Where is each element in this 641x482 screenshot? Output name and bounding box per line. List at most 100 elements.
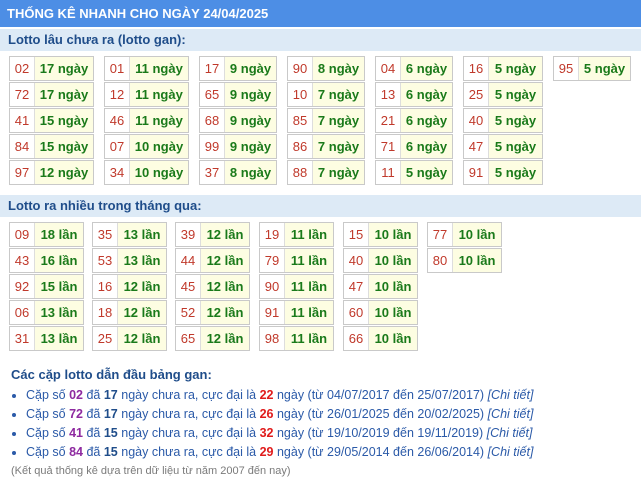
gan-item: 90 8 ngày: [287, 56, 365, 81]
gan-count: 10 ngày: [129, 161, 188, 184]
summary-maxd: 32: [259, 426, 274, 440]
gan-item: 84 15 ngày: [9, 134, 94, 159]
summary-list: Cặp số 02 đã 17 ngày chưa ra, cực đại là…: [12, 386, 533, 462]
gan-number: 91: [468, 165, 484, 180]
gan-item: 72 17 ngày: [9, 82, 94, 107]
frequent-count: 10 lần: [452, 249, 501, 272]
frequent-item: 77 10 lần: [427, 222, 502, 247]
frequent-count: 11 lần: [284, 249, 333, 272]
frequent-count: 10 lần: [368, 327, 417, 350]
frequent-number: 53: [97, 253, 113, 268]
frequent-number: 16: [97, 279, 113, 294]
frequent-count: 12 lần: [117, 327, 166, 350]
gan-item: 97 12 ngày: [9, 160, 94, 185]
gan-section-heading: Lotto lâu chưa ra (lotto gan):: [0, 29, 641, 51]
gan-item: 10 7 ngày: [287, 82, 365, 107]
summary-item: Cặp số 41 đã 15 ngày chưa ra, cực đại là…: [26, 424, 533, 443]
summary-maxd: 22: [259, 388, 274, 402]
gan-number: 16: [468, 61, 484, 76]
frequent-number: 45: [180, 279, 196, 294]
frequent-count: 11 lần: [284, 275, 333, 298]
frequent-number: 65: [180, 331, 196, 346]
frequent-number: 43: [14, 253, 30, 268]
frequent-item: 66 10 lần: [343, 326, 418, 351]
frequent-number: 15: [348, 227, 364, 242]
frequent-item: 60 10 lần: [343, 300, 418, 325]
frequent-count: 12 lần: [200, 275, 249, 298]
frequent-item: 43 16 lần: [9, 248, 84, 273]
frequent-item: 92 15 lần: [9, 274, 84, 299]
detail-link[interactable]: [Chi tiết]: [488, 388, 534, 402]
gan-item: 91 5 ngày: [463, 160, 543, 185]
frequent-count: 10 lần: [368, 223, 417, 246]
gan-count: 11 ngày: [129, 57, 188, 80]
gan-count: 8 ngày: [312, 57, 364, 80]
frequent-item: 80 10 lần: [427, 248, 502, 273]
gan-item: 68 9 ngày: [199, 108, 277, 133]
stats-page: THỐNG KÊ NHANH CHO NGÀY 24/04/2025 Lotto…: [0, 0, 641, 482]
gan-count: 5 ngày: [488, 135, 542, 158]
frequent-number: 44: [180, 253, 196, 268]
summary-text: ngày chưa ra, cực đại là: [117, 388, 260, 402]
summary-text: đã: [83, 426, 104, 440]
gan-number: 41: [14, 113, 30, 128]
gan-count: 6 ngày: [400, 57, 452, 80]
gan-count: 5 ngày: [488, 161, 542, 184]
gan-number: 13: [380, 87, 396, 102]
frequent-item: 19 11 lần: [259, 222, 334, 247]
frequent-item: 53 13 lần: [92, 248, 167, 273]
gan-number: 99: [204, 139, 220, 154]
gan-number: 12: [109, 87, 125, 102]
frequent-item: 98 11 lần: [259, 326, 334, 351]
detail-link[interactable]: [Chi tiết]: [488, 407, 534, 421]
gan-count: 6 ngày: [400, 109, 452, 132]
summary-days: 15: [103, 426, 118, 440]
summary-text: ngày chưa ra, cực đại là: [117, 426, 260, 440]
frequent-item: 16 12 lần: [92, 274, 167, 299]
gan-item: 95 5 ngày: [553, 56, 631, 81]
frequent-count: 18 lần: [34, 223, 83, 246]
summary-days: 17: [103, 388, 118, 402]
frequent-item: 15 10 lần: [343, 222, 418, 247]
gan-count: 7 ngày: [312, 83, 364, 106]
frequent-number: 77: [432, 227, 448, 242]
summary-text: Cặp số: [26, 407, 70, 421]
frequent-count: 13 lần: [34, 327, 83, 350]
gan-count: 17 ngày: [34, 57, 93, 80]
detail-link[interactable]: [Chi tiết]: [487, 426, 533, 440]
gan-count: 6 ngày: [400, 83, 452, 106]
frequent-item: 31 13 lần: [9, 326, 84, 351]
gan-number: 84: [14, 139, 30, 154]
gan-item: 02 17 ngày: [9, 56, 94, 81]
gan-number: 65: [204, 87, 220, 102]
gan-number: 85: [292, 113, 308, 128]
detail-link[interactable]: [Chi tiết]: [488, 445, 534, 459]
frequent-item: 18 12 lần: [92, 300, 167, 325]
frequent-count: 12 lần: [200, 249, 249, 272]
gan-count: 15 ngày: [34, 109, 93, 132]
gan-number: 10: [292, 87, 308, 102]
summary-heading: Các cặp lotto dẫn đầu bảng gan:: [11, 367, 212, 382]
frequent-count: 16 lần: [34, 249, 83, 272]
page-title: THỐNG KÊ NHANH CHO NGÀY 24/04/2025: [0, 0, 641, 27]
frequent-count: 11 lần: [284, 327, 333, 350]
frequent-number: 47: [348, 279, 364, 294]
gan-number: 40: [468, 113, 484, 128]
summary-text: Cặp số: [26, 445, 70, 459]
gan-number: 90: [292, 61, 308, 76]
summary-days: 17: [103, 407, 118, 421]
gan-item: 86 7 ngày: [287, 134, 365, 159]
gan-item: 88 7 ngày: [287, 160, 365, 185]
gan-number: 47: [468, 139, 484, 154]
gan-number: 86: [292, 139, 308, 154]
frequent-number: 19: [264, 227, 280, 242]
gan-item: 37 8 ngày: [199, 160, 277, 185]
gan-item: 25 5 ngày: [463, 82, 543, 107]
gan-item: 17 9 ngày: [199, 56, 277, 81]
footnote: (Kết quả thống kê dựa trên dữ liệu từ nă…: [11, 465, 291, 477]
frequent-item: 25 12 lần: [92, 326, 167, 351]
frequent-count: 10 lần: [452, 223, 501, 246]
gan-number: 95: [558, 61, 574, 76]
frequent-item: 47 10 lần: [343, 274, 418, 299]
gan-count: 10 ngày: [129, 135, 188, 158]
